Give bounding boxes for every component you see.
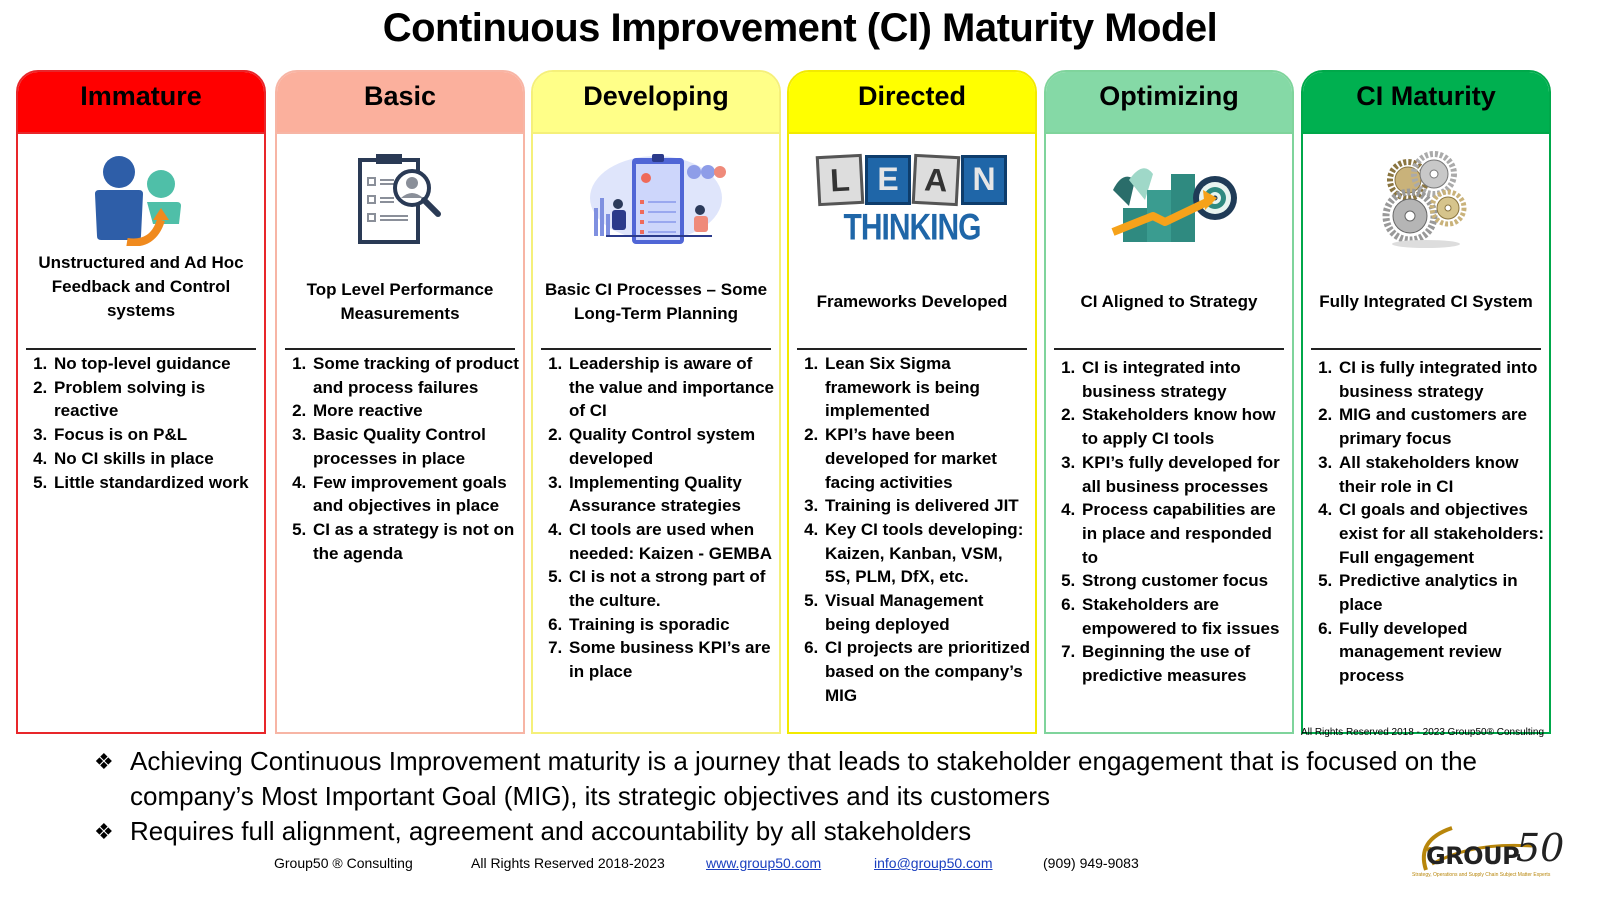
criteria-item: Quality Control system developed [567,423,775,470]
criteria-item: Implementing Quality Assurance strategie… [567,471,775,518]
stage-card-developing: Developing Basic CI Processes – Some Lon… [531,70,781,734]
divider [1054,348,1284,350]
criteria-item: Problem solving is reactive [52,376,260,423]
criteria-item: Leadership is aware of the value and imp… [567,352,775,423]
stage-criteria-list: CI is integrated into business strategyS… [1054,356,1288,688]
footer: Group50 ® Consulting All Rights Reserved… [0,855,1600,875]
stage-criteria-list: Some tracking of product and process fai… [285,352,519,565]
criteria-item: Stakeholders know how to apply CI tools [1080,403,1288,450]
stage-header: Developing [533,72,779,134]
stage-criteria-list: CI is fully integrated into business str… [1311,356,1545,688]
summary-bullet: ❖ Achieving Continuous Improvement matur… [94,744,1494,814]
letter-tile: E [865,154,911,205]
criteria-item: CI is integrated into business strategy [1080,356,1288,403]
email-link[interactable]: info@group50.com [874,855,993,871]
letter-tile: A [911,153,961,206]
criteria-item: Key CI tools developing: Kaizen, Kanban,… [823,518,1031,589]
divider [285,348,515,350]
stage-card-directed: Directed L E A N THINKING Frameworks Dev… [787,70,1037,734]
criteria-item: KPI’s fully developed for all business p… [1080,451,1288,498]
criteria-item: Stakeholders are empowered to fix issues [1080,593,1288,640]
stage-subtitle: CI Aligned to Strategy [1080,292,1258,311]
lean-tiles: L E A N [815,153,1007,206]
criteria-item: Little standardized work [52,471,260,495]
clipboard-search-icon [277,142,523,257]
lean-thinking-icon: L E A N THINKING [789,142,1035,257]
bullet-text: Achieving Continuous Improvement maturit… [130,746,1477,811]
group50-logo: GROUP 50 Strategy, Operations and Supply… [1412,820,1592,890]
criteria-item: Predictive analytics in place [1337,569,1545,616]
criteria-item: KPI’s have been developed for market fac… [823,423,1031,494]
stage-card-immature: Immature Unstructured and Ad Hoc Feedbac… [16,70,266,734]
letter-tile: N [961,154,1007,205]
footer-company: Group50 ® Consulting [274,855,413,871]
stage-subtitle: Unstructured and Ad Hoc Feedback and Con… [38,253,244,320]
criteria-item: Basic Quality Control processes in place [311,423,519,470]
stage-header: Basic [277,72,523,134]
criteria-item: No CI skills in place [52,447,260,471]
page-title: Continuous Improvement (CI) Maturity Mod… [382,6,1218,50]
criteria-item: Fully developed management review proces… [1337,617,1545,688]
stage-header: Optimizing [1046,72,1292,134]
gears-icon [1303,142,1549,257]
stage-card-ci-maturity: CI Maturity Fully Integrated CI System 1… [1301,70,1551,734]
footer-phone: (909) 949-9083 [1043,855,1139,871]
planning-meeting-icon [533,142,779,257]
criteria-item: CI is not a strong part of the culture. [567,565,775,612]
diamond-bullet-icon: ❖ [94,819,114,844]
footer-rights: All Rights Reserved 2018-2023 [471,855,665,871]
copyright-note: All Rights Reserved 2018 - 2023 Group50®… [1300,727,1544,738]
stage-subtitle: Top Level Performance Measurements [306,280,494,323]
criteria-item: Some business KPI’s are in place [567,636,775,683]
criteria-item: Focus is on P&L [52,423,260,447]
criteria-item: CI as a strategy is not on the agenda [311,518,519,565]
bullet-text: Requires full alignment, agreement and a… [130,816,972,846]
maturity-stages: Immature Unstructured and Ad Hoc Feedbac… [16,70,1586,735]
stage-subtitle: Frameworks Developed [816,292,1008,311]
criteria-item: Strong customer focus [1080,569,1288,593]
logo-word: GROUP [1426,842,1520,870]
divider [1311,348,1541,350]
criteria-item: CI is fully integrated into business str… [1337,356,1545,403]
strategy-target-icon [1046,142,1292,257]
website-link[interactable]: www.group50.com [706,855,821,871]
divider [541,348,771,350]
stage-subtitle: Fully Integrated CI System [1319,292,1533,311]
criteria-item: Few improvement goals and objectives in … [311,471,519,518]
criteria-item: Lean Six Sigma framework is being implem… [823,352,1031,423]
divider [26,348,256,350]
criteria-item: Process capabilities are in place and re… [1080,498,1288,569]
summary-bullets: ❖ Achieving Continuous Improvement matur… [94,744,1494,849]
criteria-item: CI tools are used when needed: Kaizen - … [567,518,775,565]
criteria-item: Some tracking of product and process fai… [311,352,519,399]
stage-criteria-list: Lean Six Sigma framework is being implem… [797,352,1031,708]
diamond-bullet-icon: ❖ [94,749,114,774]
people-feedback-icon [18,142,264,257]
criteria-item: CI projects are prioritized based on the… [823,636,1031,707]
criteria-item: Training is sporadic [567,613,775,637]
criteria-item: No top-level guidance [52,352,260,376]
criteria-item: Beginning the use of predictive measures [1080,640,1288,687]
stage-subtitle: Basic CI Processes – Some Long-Term Plan… [544,280,768,323]
criteria-item: More reactive [311,399,519,423]
divider [797,348,1027,350]
criteria-item: CI goals and objectives exist for all st… [1337,498,1545,569]
logo-number: 50 [1516,826,1565,870]
letter-tile: L [815,153,865,206]
stage-header: Immature [18,72,264,134]
criteria-item: MIG and customers are primary focus [1337,403,1545,450]
summary-bullet: ❖ Requires full alignment, agreement and… [94,814,1494,849]
lean-caption: THINKING [843,206,982,248]
stage-card-basic: Basic Top Level Performance Measurements… [275,70,525,734]
stage-card-optimizing: Optimizing CI Aligned to Strategy CI is … [1044,70,1294,734]
criteria-item: Visual Management being deployed [823,589,1031,636]
stage-criteria-list: Leadership is aware of the value and imp… [541,352,775,684]
criteria-item: Training is delivered JIT [823,494,1031,518]
criteria-item: All stakeholders know their role in CI [1337,451,1545,498]
stage-header: CI Maturity [1303,72,1549,134]
stage-criteria-list: No top-level guidanceProblem solving is … [26,352,260,494]
logo-tagline: Strategy, Operations and Supply Chain Su… [1412,872,1551,878]
stage-header: Directed [789,72,1035,134]
